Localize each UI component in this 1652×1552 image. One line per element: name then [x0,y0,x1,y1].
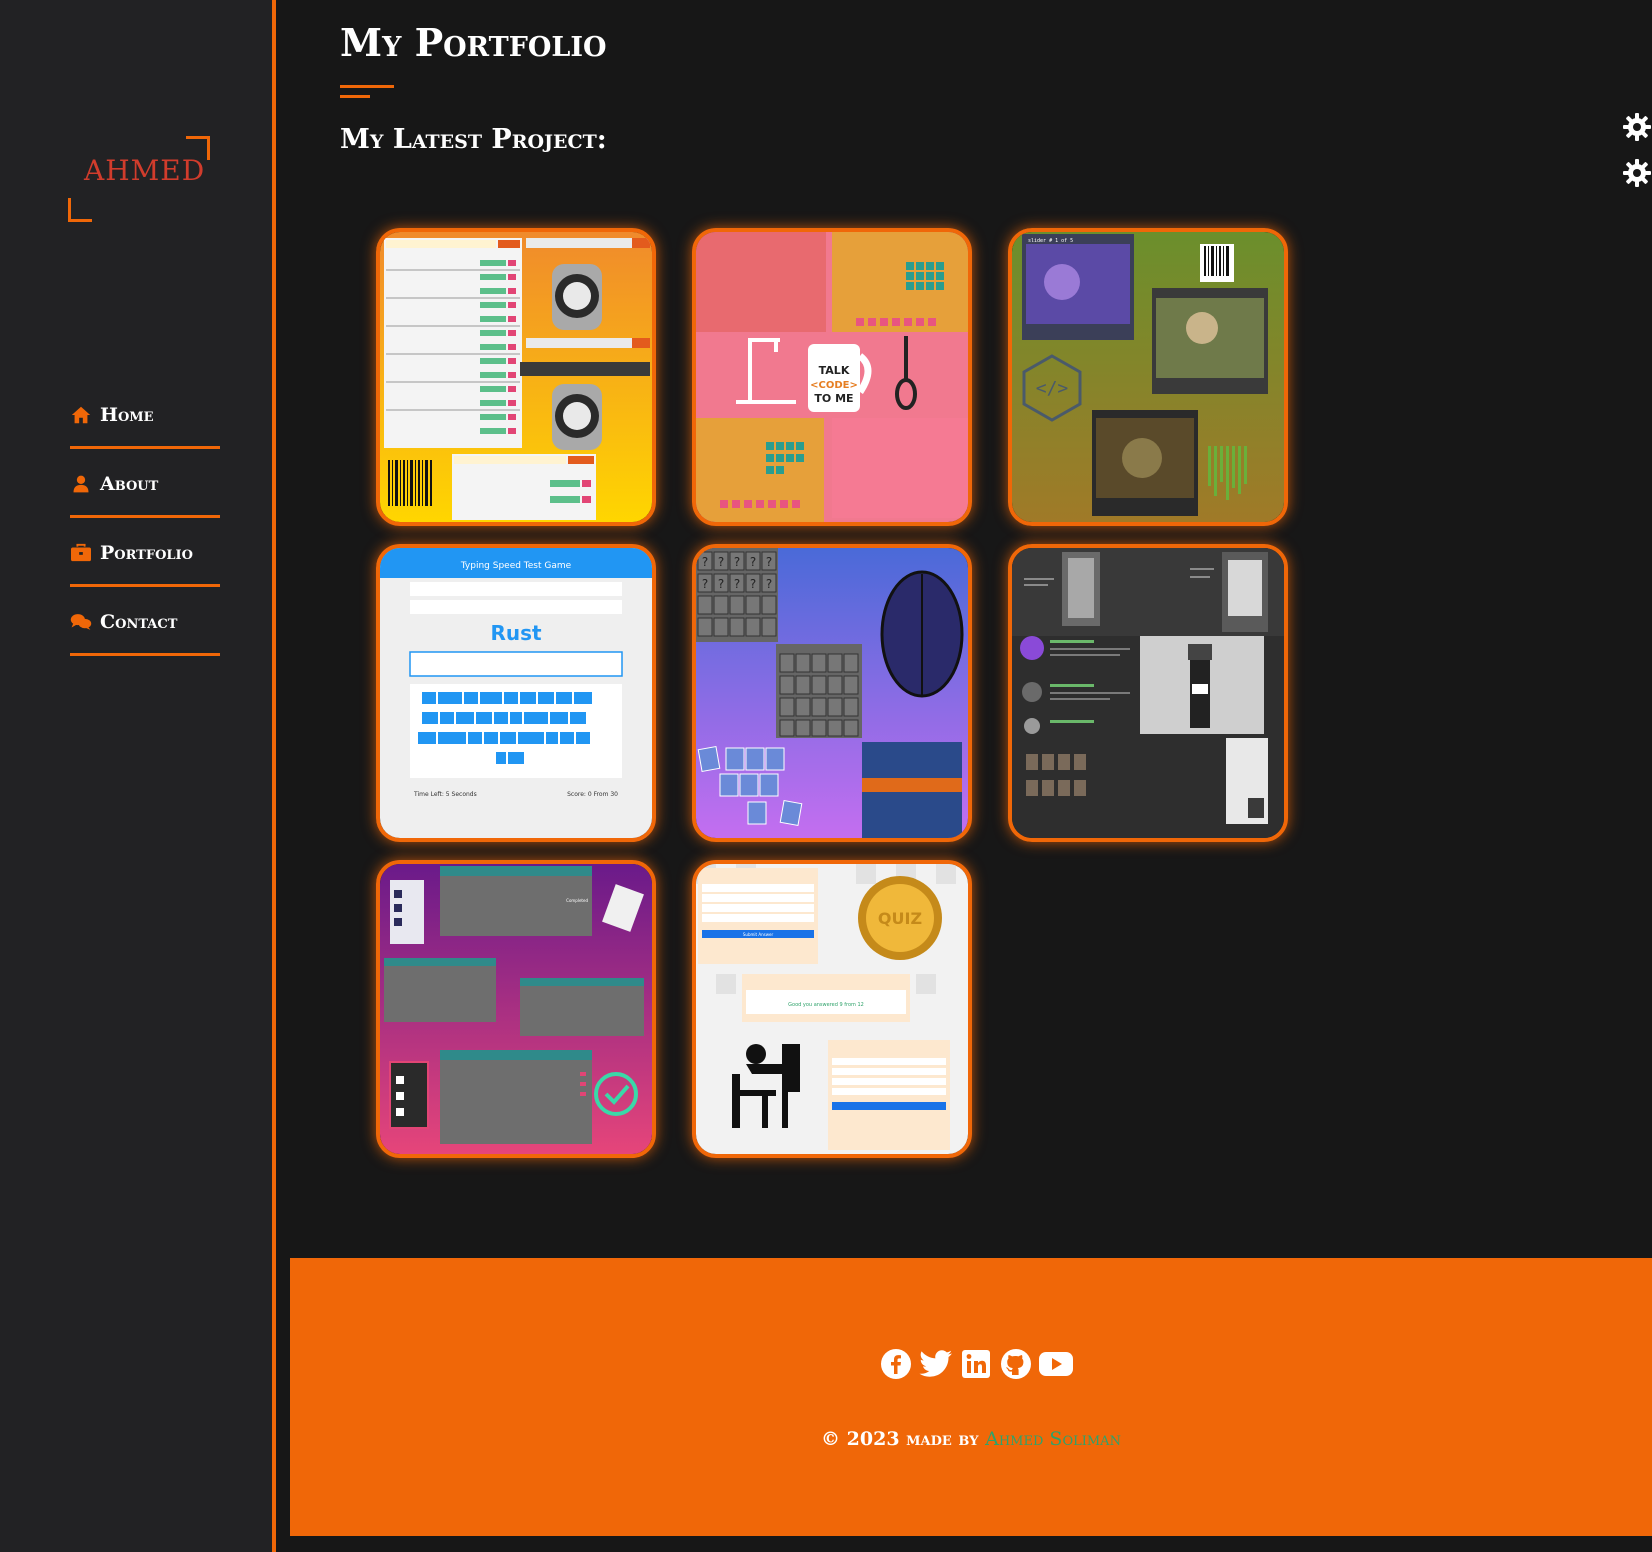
project-card-image-slider[interactable]: slider # 1 of 5 </> [1008,228,1288,526]
nav-label: About [100,473,159,495]
nav-item-about[interactable]: About [70,449,220,518]
typing-word: Rust [490,621,542,645]
project-card-quiz[interactable]: Submit Answer QUIZ Good you answered 9 f… [692,860,972,1158]
memory-card-mark: ? [718,555,724,569]
slider-caption: slider # 1 of 5 [1028,238,1073,244]
typing-game-title: Typing Speed Test Game [460,561,572,571]
memory-card-mark: ? [750,555,756,569]
briefcase-icon [70,542,92,564]
copyright: © 2023 made by Ahmed Soliman [290,1428,1652,1450]
sidebar: AHMED Home About Portfolio Contact [0,0,276,1552]
memory-card-mark: ? [718,577,724,591]
author-link[interactable]: Ahmed Soliman [985,1428,1121,1450]
gear-icon[interactable] [1622,112,1652,142]
main-nav: Home About Portfolio Contact [70,380,220,656]
project-card-todo[interactable]: Completed [376,860,656,1158]
project-card-typing-speed[interactable]: Typing Speed Test Game Rust Time Left: 5… [376,544,656,842]
quiz-submit-label: Submit Answer [743,932,774,937]
memory-card-mark: ? [702,555,708,569]
logo[interactable]: AHMED [68,136,210,222]
mug-text-talk: TALK [819,364,850,377]
github-icon[interactable] [998,1346,1034,1382]
section-subtitle: My Latest Project: [340,124,607,155]
projects-grid: TALK <CODE> TO ME slider # 1 of 5 </> Ty… [376,228,1320,1198]
quiz-result-text: Good you answered 9 from 12 [788,1002,864,1008]
logo-text: AHMED [84,154,206,187]
nav-item-contact[interactable]: Contact [70,587,220,656]
memory-card-mark: ? [734,577,740,591]
social-links [878,1346,1074,1382]
memory-card-mark: ? [766,555,772,569]
copyright-prefix: © 2023 made by [821,1428,979,1450]
memory-card-mark: ? [766,577,772,591]
quiz-badge-text: QUIZ [878,909,922,928]
linkedin-icon[interactable] [958,1346,994,1382]
gear-icon[interactable] [1622,158,1652,188]
title-underline [340,85,394,88]
nav-label: Home [100,404,154,426]
project-card-template[interactable] [1008,544,1288,842]
twitter-icon[interactable] [918,1346,954,1382]
youtube-icon[interactable] [1038,1346,1074,1382]
nav-label: Portfolio [100,542,193,564]
footer: © 2023 made by Ahmed Soliman [290,1258,1652,1536]
logo-corner-bottom-left [68,198,92,222]
nav-label: Contact [100,611,178,633]
typing-score: Score: 0 From 30 [567,791,618,798]
user-icon [70,473,92,495]
title-underline-short [340,95,370,98]
nav-item-home[interactable]: Home [70,380,220,449]
project-card-github-repos[interactable] [376,228,656,526]
project-card-hangman[interactable]: TALK <CODE> TO ME [692,228,972,526]
code-icon: </> [1036,378,1069,399]
mug-text-to-me: TO ME [814,392,853,405]
house-icon [70,404,92,426]
memory-card-mark: ? [734,555,740,569]
memory-card-mark: ? [750,577,756,591]
project-card-memory-game[interactable]: ????? ????? [692,544,972,842]
facebook-icon[interactable] [878,1346,914,1382]
typing-time-left: Time Left: 5 Seconds [413,791,477,798]
nav-item-portfolio[interactable]: Portfolio [70,518,220,587]
comments-icon [70,611,92,633]
memory-card-mark: ? [702,577,708,591]
page-title: My Portfolio [340,20,607,65]
mug-text-code: <CODE> [810,380,858,391]
todo-completed-label: Completed [566,898,588,903]
